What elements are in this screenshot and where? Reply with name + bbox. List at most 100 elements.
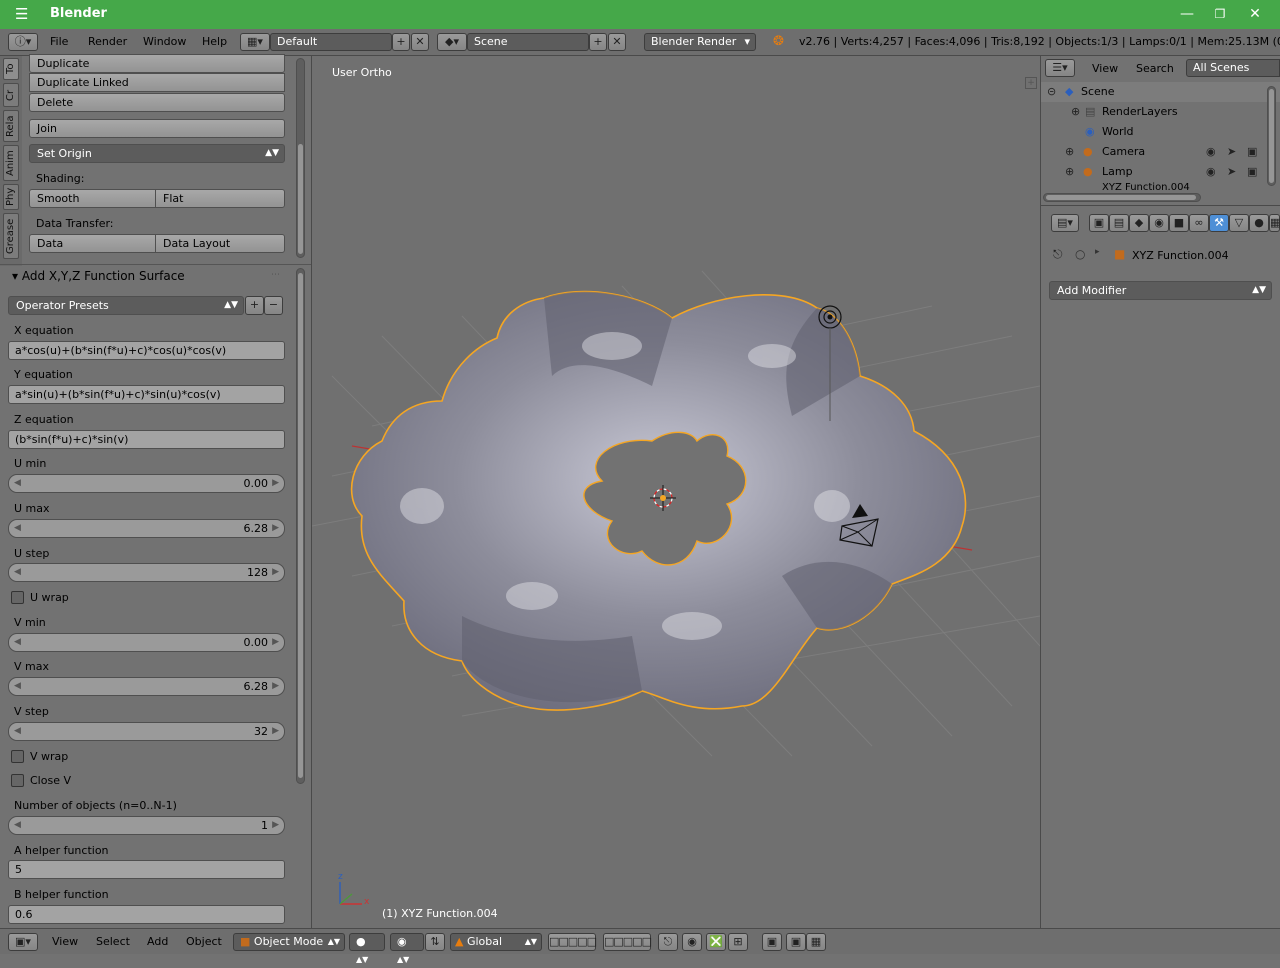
outliner-h-scrollbar-thumb[interactable] [1046,195,1196,200]
texture-tab-icon[interactable]: ▦ [1269,214,1280,232]
outliner-editor-type-icon[interactable]: ☰▾ [1045,59,1075,77]
operator-scrollbar-thumb[interactable] [298,273,303,778]
visibility-eye-icon[interactable]: ◉ [1206,142,1216,162]
data-tab-icon[interactable]: ▽ [1229,214,1249,232]
decrement-icon[interactable]: ◀ [14,678,21,695]
proportional-edit-icon[interactable]: ◉ [682,933,702,951]
scene-tab-icon[interactable]: ◆ [1129,214,1149,232]
snap-toggle-icon[interactable]: ❎ [706,933,726,951]
outliner-v-scrollbar[interactable] [1267,86,1276,186]
remove-scene-icon[interactable]: ✕ [608,33,626,51]
outliner-row-camera[interactable]: ⊕ ● Camera ◉ ➤ ▣ [1041,142,1280,162]
a-helper-field[interactable]: 5 [8,860,285,879]
render-layers-tab-icon[interactable]: ▤ [1109,214,1129,232]
pivot-point-select[interactable]: ◉ ▲▼ [390,933,424,964]
snap-element-icon[interactable]: ⊞ [728,933,748,951]
hamburger-menu-icon[interactable]: ☰ [15,7,28,22]
tab-relations[interactable]: Rela [3,110,19,142]
increment-icon[interactable]: ▶ [272,678,279,695]
join-button[interactable]: Join [29,119,285,138]
outliner-row-scene[interactable]: ⊝ ◆ Scene [1041,82,1280,102]
menu-render[interactable]: Render [88,35,127,49]
area-divider[interactable] [1040,56,1041,928]
shade-smooth-button[interactable]: Smooth [29,189,156,208]
decrement-icon[interactable]: ◀ [14,634,21,651]
menu-add[interactable]: Add [147,935,168,949]
u-max-field[interactable]: ◀ 6.28 ▶ [8,519,285,538]
y-equation-field[interactable]: a*sin(u)+(b*sin(f*u)+c)*sin(u)*cos(v) [8,385,285,404]
scene-layers-group-2[interactable]: □□□□□ [603,933,652,951]
menu-select[interactable]: Select [96,935,130,949]
material-tab-icon[interactable]: ● [1249,214,1269,232]
v-min-field[interactable]: ◀ 0.00 ▶ [8,633,285,652]
outliner-row-world[interactable]: ◉ World [1041,122,1280,142]
scene-icon[interactable]: ◆▾ [437,33,467,51]
selectability-cursor-icon[interactable]: ➤ [1227,162,1236,182]
modifiers-tab-icon[interactable]: ⚒ [1209,214,1229,232]
expand-icon[interactable]: ⊕ [1065,162,1074,182]
outliner-h-scrollbar[interactable] [1043,193,1201,202]
render-animation-icon[interactable]: ▦ [806,933,826,951]
properties-editor-type-icon[interactable]: ▤▾ [1051,214,1079,232]
remove-preset-icon[interactable]: − [264,296,283,315]
lock-layers-icon[interactable]: ⎋ [658,933,678,951]
collapse-icon[interactable]: ⊝ [1047,82,1056,102]
u-step-field[interactable]: ◀ 128 ▶ [8,563,285,582]
v-step-field[interactable]: ◀ 32 ▶ [8,722,285,741]
tab-animation[interactable]: Anim [3,145,19,181]
add-preset-icon[interactable]: + [245,296,264,315]
selectability-cursor-icon[interactable]: ➤ [1227,142,1236,162]
duplicate-button[interactable]: Duplicate [29,54,285,73]
close-icon[interactable]: ✕ [1245,5,1265,23]
v-wrap-checkbox[interactable] [11,750,24,763]
tab-grease-pencil[interactable]: Grease [3,213,19,259]
z-equation-field[interactable]: (b*sin(f*u)+c)*sin(v) [8,430,285,449]
close-v-checkbox[interactable] [11,774,24,787]
operator-presets-select[interactable]: Operator Presets ▲▼ [8,296,244,315]
add-scene-icon[interactable]: + [589,33,607,51]
renderability-camera-icon[interactable]: ▣ [1247,142,1257,162]
outliner-filter-select[interactable]: All Scenes [1186,59,1280,77]
data-transfer-button[interactable]: Data [29,234,156,253]
pin-icon[interactable]: ⎋ [1053,247,1063,262]
remove-layout-icon[interactable]: ✕ [411,33,429,51]
decrement-icon[interactable]: ◀ [14,723,21,740]
tab-physics[interactable]: Phy [3,184,19,210]
outliner-row-lamp[interactable]: ⊕ ● Lamp ◉ ➤ ▣ [1041,162,1280,182]
decrement-icon[interactable]: ◀ [14,817,21,834]
decrement-icon[interactable]: ◀ [14,475,21,492]
increment-icon[interactable]: ▶ [272,564,279,581]
menu-file[interactable]: File [50,35,68,49]
constraints-tab-icon[interactable]: ∞ [1189,214,1209,232]
operator-scrollbar[interactable] [296,268,305,784]
editor-type-info-icon[interactable]: ⓘ▾ [8,33,38,51]
increment-icon[interactable]: ▶ [272,817,279,834]
set-origin-select[interactable]: Set Origin ▲▼ [29,144,285,163]
delete-button[interactable]: Delete [29,93,285,112]
drag-handle-icon[interactable]: ⋯ [271,270,280,280]
tools-scrollbar[interactable] [296,58,305,258]
increment-icon[interactable]: ▶ [272,723,279,740]
maximize-icon[interactable]: ❐ [1210,5,1230,23]
shade-flat-button[interactable]: Flat [155,189,285,208]
visibility-eye-icon[interactable]: ◉ [1206,162,1216,182]
u-wrap-checkbox[interactable] [11,591,24,604]
b-helper-field[interactable]: 0.6 [8,905,285,924]
add-modifier-select[interactable]: Add Modifier ▲▼ [1049,281,1272,300]
expand-region-icon[interactable]: + [1025,77,1037,89]
outliner-v-scrollbar-thumb[interactable] [1269,89,1274,183]
increment-icon[interactable]: ▶ [272,634,279,651]
minimize-icon[interactable]: — [1177,5,1197,23]
layout-name-field[interactable]: Default [270,33,392,51]
interaction-mode-select[interactable]: ■ Object Mode ▲▼ [233,933,345,951]
u-min-field[interactable]: ◀ 0.00 ▶ [8,474,285,493]
renderability-camera-icon[interactable]: ▣ [1247,162,1257,182]
add-layout-icon[interactable]: + [392,33,410,51]
decrement-icon[interactable]: ◀ [14,564,21,581]
increment-icon[interactable]: ▶ [272,475,279,492]
outliner-row-renderlayers[interactable]: ⊕ ▤ RenderLayers [1041,102,1280,122]
world-tab-icon[interactable]: ◉ [1149,214,1169,232]
scene-layers-group-1[interactable]: □□□□□ [548,933,597,951]
menu-help[interactable]: Help [202,35,227,49]
expand-icon[interactable]: ⊕ [1065,142,1074,162]
